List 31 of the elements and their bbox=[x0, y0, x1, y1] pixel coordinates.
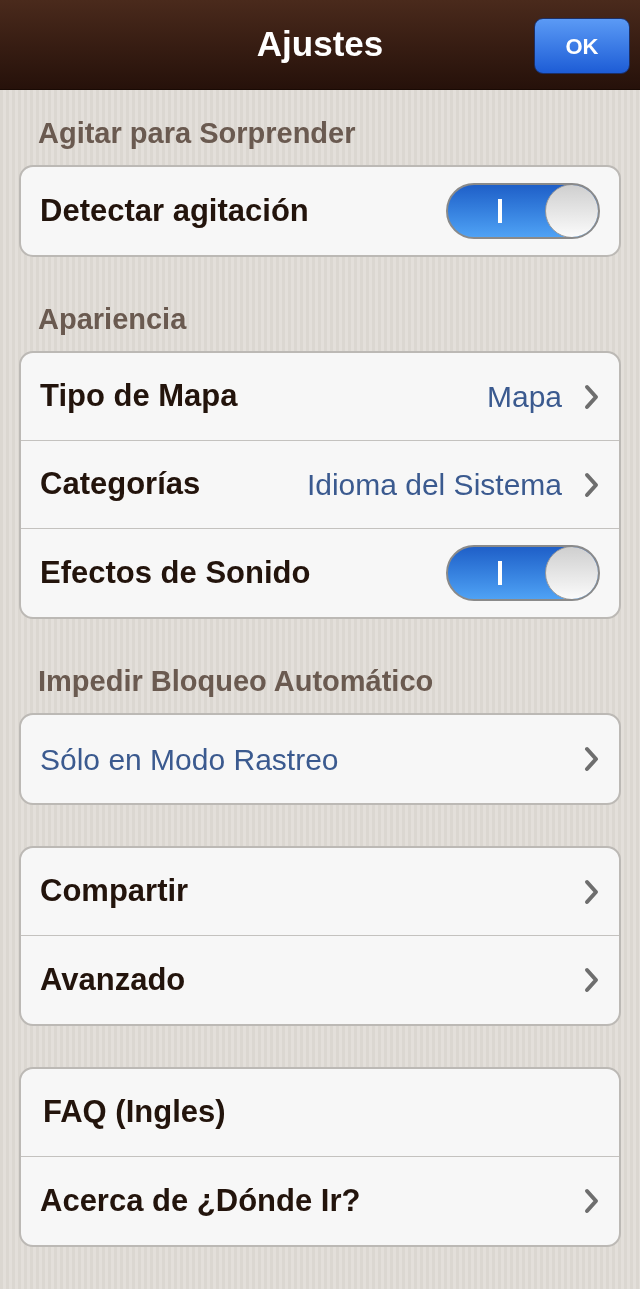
section-header: Apariencia bbox=[38, 302, 187, 338]
setting-label: Detectar agitación bbox=[40, 191, 309, 230]
setting-label: Tipo de Mapa bbox=[40, 377, 238, 416]
chevron-icon bbox=[584, 746, 600, 772]
window-title: Ajustes bbox=[256, 23, 384, 66]
chevron-icon bbox=[584, 383, 600, 410]
settings-row[interactable]: Tipo de Mapa Mapa bbox=[21, 353, 619, 441]
setting-label: Categorías bbox=[40, 465, 201, 504]
setting-value: Mapa bbox=[486, 379, 562, 415]
setting-label: Compartir bbox=[40, 872, 189, 911]
chevron-icon bbox=[584, 878, 600, 905]
section-header: Impedir Bloqueo Automático bbox=[38, 664, 434, 700]
settings-row[interactable]: Avanzado bbox=[21, 936, 619, 1024]
settings-row[interactable]: Compartir bbox=[21, 848, 619, 936]
setting-label: Efectos de Sonido bbox=[40, 553, 311, 592]
setting-label: Avanzado bbox=[40, 960, 186, 999]
toggle-switch[interactable] bbox=[446, 545, 600, 601]
ok-button[interactable]: OK bbox=[534, 18, 630, 74]
chevron-icon bbox=[584, 967, 600, 993]
setting-value: Sólo en Modo Rastreo bbox=[40, 741, 339, 778]
toggle-switch[interactable] bbox=[446, 183, 600, 239]
settings-row[interactable]: Categorías Idioma del Sistema bbox=[21, 441, 619, 529]
chevron-icon bbox=[584, 1188, 600, 1214]
setting-label: FAQ (Ingles) bbox=[43, 1093, 226, 1132]
setting-label: Acerca de ¿Dónde Ir? bbox=[40, 1181, 361, 1220]
section-header: Agitar para Sorprender bbox=[38, 116, 356, 152]
settings-row[interactable]: Sólo en Modo Rastreo bbox=[21, 715, 619, 803]
settings-row[interactable]: Acerca de ¿Dónde Ir? bbox=[21, 1157, 619, 1245]
chevron-icon bbox=[584, 471, 600, 498]
setting-value: Idioma del Sistema bbox=[306, 467, 562, 503]
settings-row[interactable]: FAQ (Ingles) bbox=[21, 1069, 619, 1157]
